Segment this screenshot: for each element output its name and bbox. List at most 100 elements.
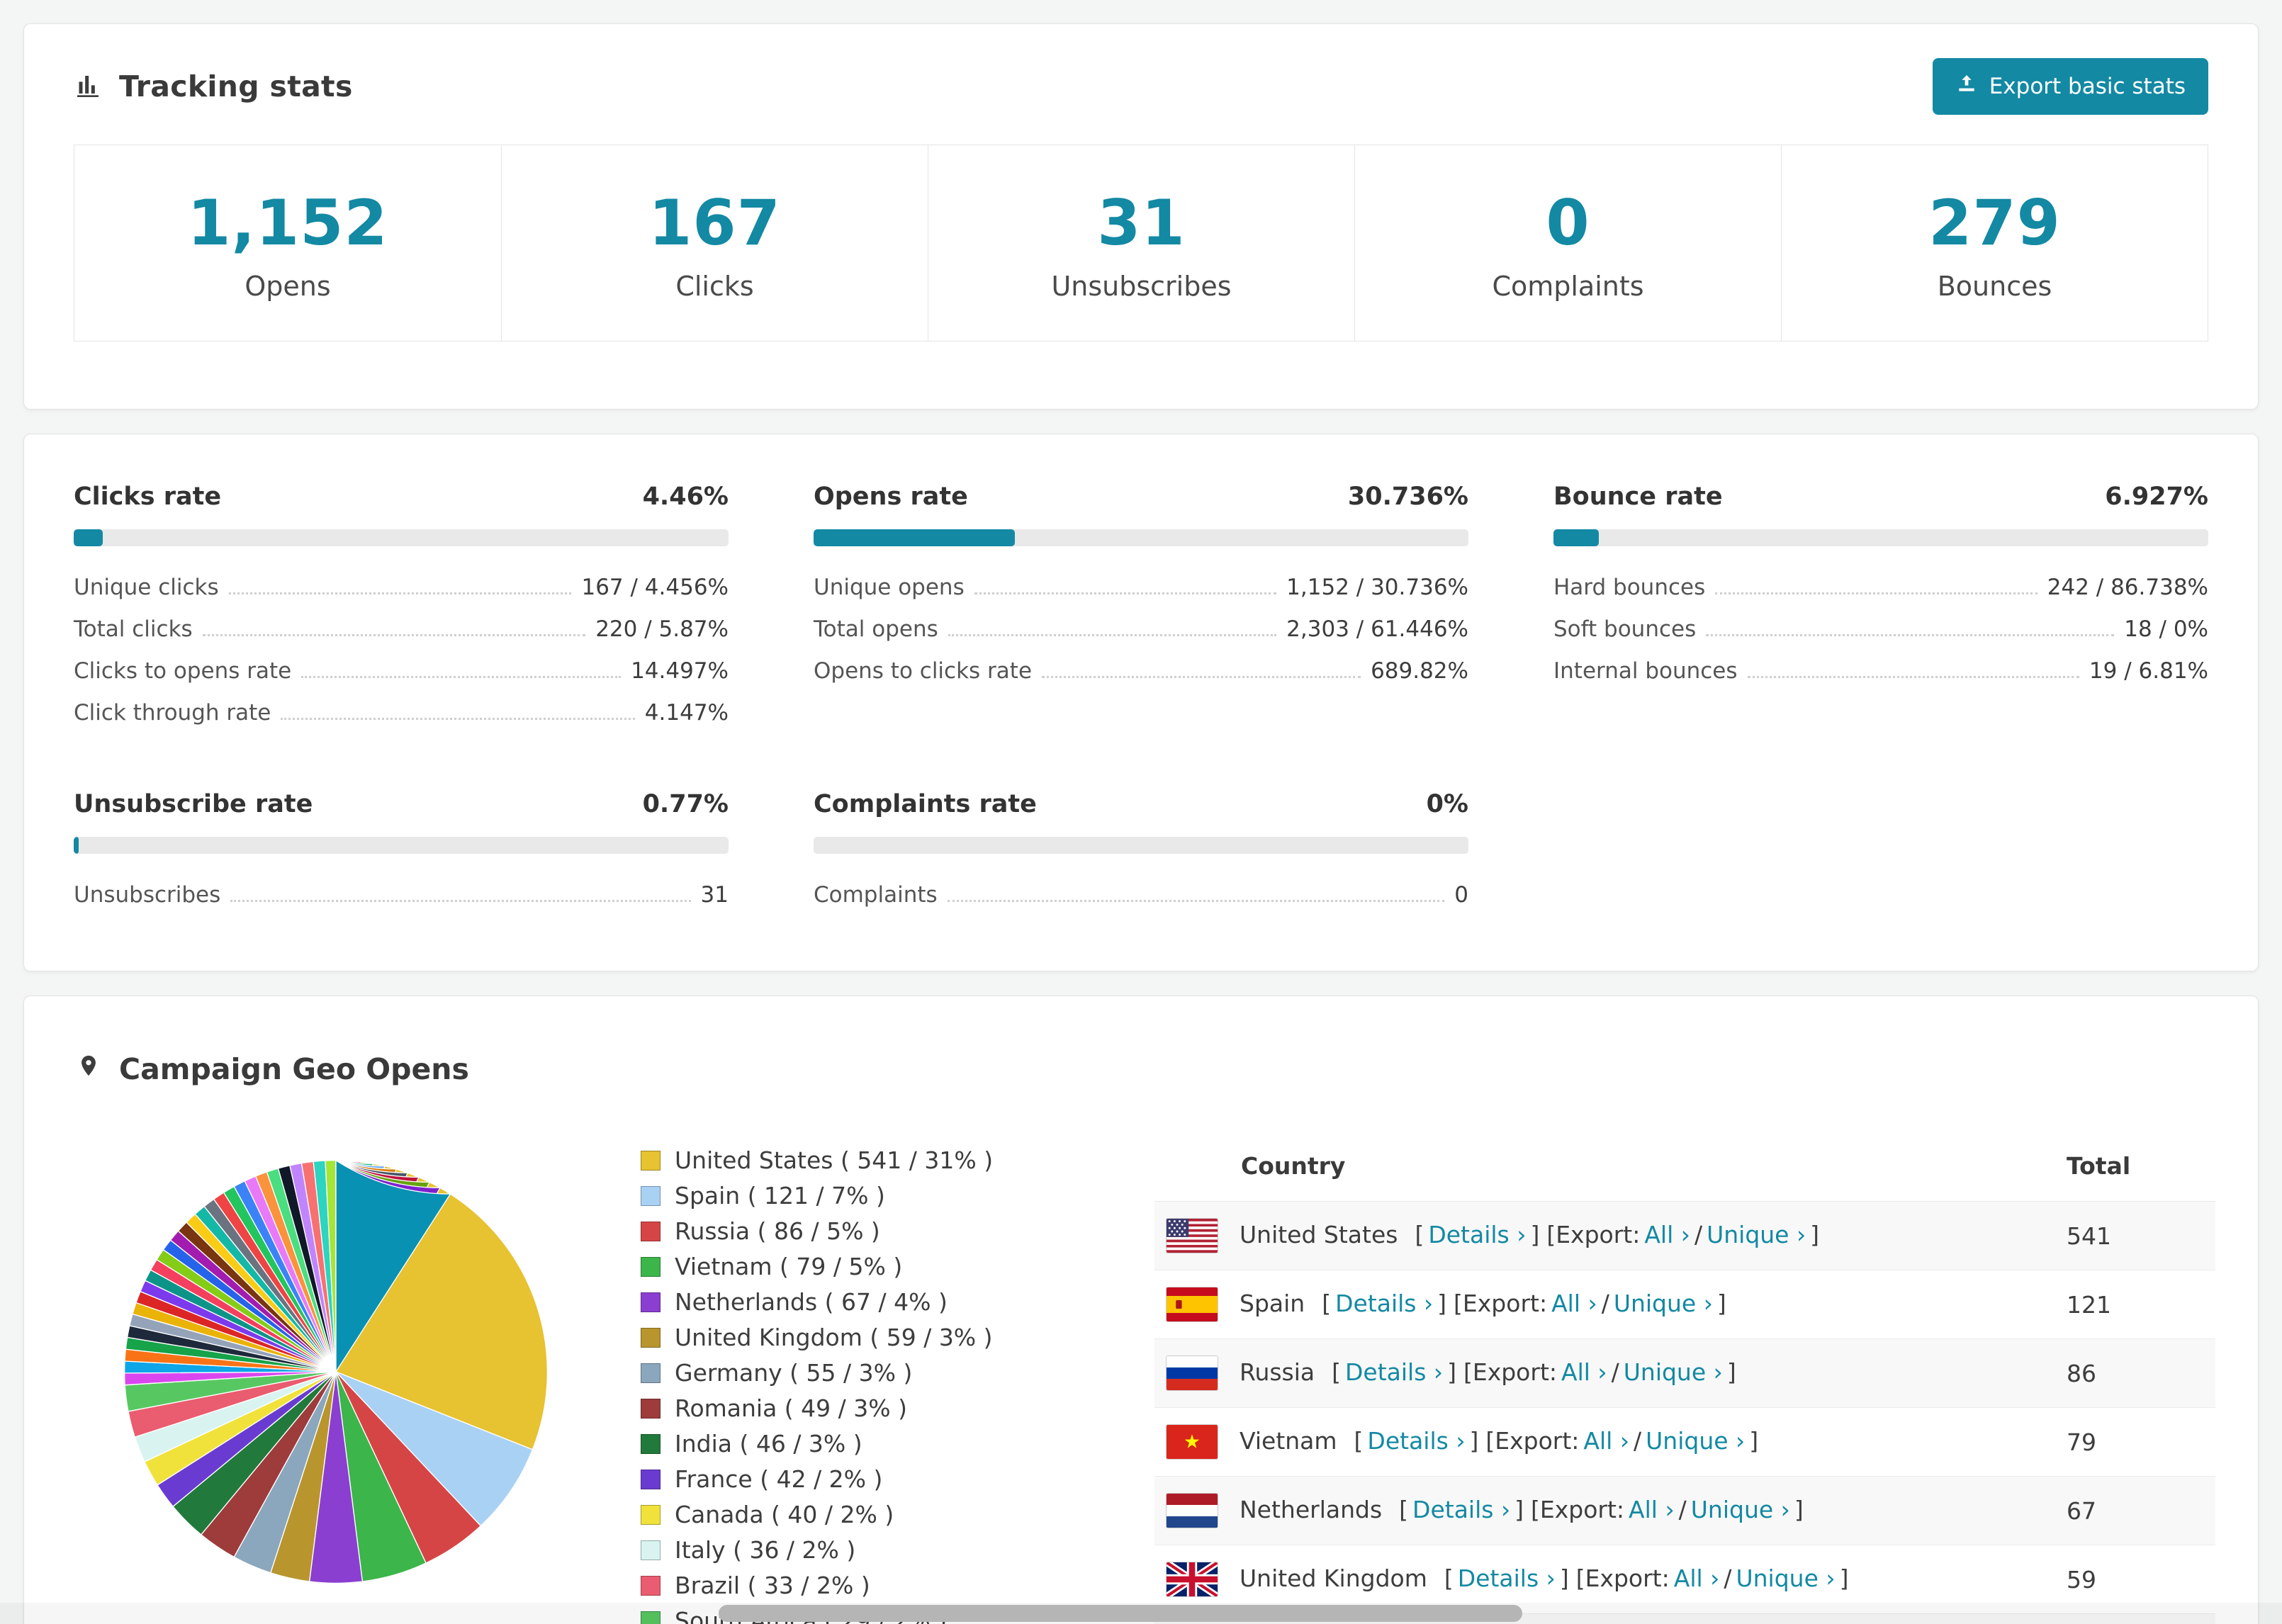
- legend-label: United Kingdom ( 59 / 3% ): [675, 1324, 993, 1351]
- details-link[interactable]: Details ›: [1335, 1290, 1433, 1317]
- export-label: Export:: [1585, 1564, 1670, 1592]
- rate-row-value: 1,152 / 30.736%: [1286, 575, 1468, 600]
- legend-label: Vietnam ( 79 / 5% ): [675, 1253, 903, 1280]
- country-flag-icon: [1167, 1356, 1218, 1390]
- rate-panel: Clicks rate 4.46% Unique clicks 167 / 4.…: [74, 483, 729, 732]
- export-label: Export:: [1472, 1358, 1558, 1386]
- legend-item: Vietnam ( 79 / 5% ): [641, 1253, 1130, 1280]
- stat-label: Clicks: [675, 271, 754, 302]
- export-all-link[interactable]: All ›: [1629, 1496, 1675, 1523]
- export-unique-link[interactable]: Unique ›: [1646, 1427, 1745, 1455]
- rate-progress-fill: [74, 837, 79, 854]
- geo-opens-header: Campaign Geo Opens: [67, 1037, 2215, 1131]
- legend-label: Russia ( 86 / 5% ): [675, 1217, 880, 1245]
- export-all-link[interactable]: All ›: [1644, 1221, 1690, 1248]
- rate-row-value: 2,303 / 61.446%: [1286, 616, 1468, 642]
- legend-swatch: [641, 1504, 661, 1525]
- horizontal-scrollbar[interactable]: [0, 1603, 2282, 1624]
- details-link[interactable]: Details ›: [1458, 1564, 1556, 1592]
- export-all-link[interactable]: All ›: [1674, 1564, 1720, 1592]
- bracket: [: [1546, 1220, 1556, 1248]
- table-row: Spain[Details ›] [Export: All › / Unique ›] …: [1154, 1270, 2215, 1339]
- export-basic-stats-button[interactable]: Export basic stats: [1932, 58, 2208, 115]
- rate-row: Unique clicks 167 / 4.456%: [74, 565, 729, 607]
- export-label: Export:: [1462, 1289, 1548, 1317]
- column-header-country: Country: [1154, 1131, 2052, 1202]
- legend-item: India ( 46 / 3% ): [641, 1430, 1130, 1457]
- map-pin-icon: [77, 1050, 101, 1088]
- rate-row-label: Total opens: [814, 616, 938, 642]
- export-all-link[interactable]: All ›: [1561, 1358, 1607, 1386]
- stat-value: 0: [1546, 186, 1590, 259]
- dotted-leader: [1042, 676, 1361, 678]
- country-total: 121: [2067, 1290, 2111, 1319]
- horizontal-scrollbar-thumb[interactable]: [719, 1605, 1522, 1622]
- bracket: ]: [1749, 1426, 1759, 1455]
- rate-row-label: Click through rate: [74, 700, 271, 726]
- dotted-leader: [1747, 676, 2079, 678]
- rate-rows: Complaints 0: [814, 872, 1468, 914]
- geo-content: United States ( 541 / 31% ) Spain ( 121 …: [67, 1131, 2215, 1624]
- slash-separator: /: [1601, 1289, 1609, 1317]
- rate-row-label: Unique opens: [814, 575, 965, 600]
- bracket: ]: [1559, 1564, 1569, 1592]
- details-link[interactable]: Details ›: [1345, 1358, 1443, 1386]
- rate-row-value: 31: [700, 882, 729, 908]
- rate-row: Complaints 0: [814, 872, 1468, 914]
- bracket: [: [1354, 1426, 1364, 1455]
- legend-label: Germany ( 55 / 3% ): [675, 1359, 913, 1387]
- dotted-leader: [228, 592, 572, 594]
- country-cell: Vietnam[Details ›] [Export: All › / Unique ›…: [1154, 1408, 2052, 1477]
- details-link[interactable]: Details ›: [1428, 1221, 1526, 1248]
- tracking-stats-header: Tracking stats Export basic stats: [24, 24, 2258, 145]
- country-cell: Russia[Details ›] [Export: All › / Unique ›]: [1154, 1339, 2052, 1408]
- country-total: 86: [2067, 1359, 2096, 1387]
- rate-row: Click through rate 4.147%: [74, 690, 729, 732]
- rate-row-value: 167 / 4.456%: [581, 575, 729, 600]
- legend-label: India ( 46 / 3% ): [675, 1430, 862, 1457]
- bracket: [: [1322, 1289, 1332, 1317]
- export-all-link[interactable]: All ›: [1551, 1290, 1597, 1317]
- country-cell: Spain[Details ›] [Export: All › / Unique ›]: [1154, 1270, 2052, 1339]
- geo-table-wrap: Country Total United States[Details ›] [E…: [1154, 1131, 2215, 1624]
- export-unique-link[interactable]: Unique ›: [1736, 1564, 1835, 1592]
- rates-row-1: Clicks rate 4.46% Unique clicks 167 / 4.…: [74, 483, 2208, 732]
- rate-row-label: Internal bounces: [1553, 658, 1738, 684]
- country-total: 67: [2067, 1496, 2096, 1525]
- legend-label: Spain ( 121 / 7% ): [675, 1182, 885, 1209]
- legend-label: Italy ( 36 / 2% ): [675, 1536, 856, 1564]
- bracket: [: [1531, 1495, 1540, 1523]
- export-label: Export:: [1539, 1495, 1625, 1523]
- stat-box: 0 Complaints: [1354, 145, 1781, 341]
- legend-swatch: [641, 1575, 661, 1596]
- export-unique-link[interactable]: Unique ›: [1614, 1290, 1713, 1317]
- table-row: United States[Details ›] [Export: All › / Un…: [1154, 1201, 2215, 1270]
- rate-panel-header: Clicks rate 4.46%: [74, 483, 729, 511]
- slash-separator: /: [1694, 1220, 1703, 1248]
- legend-swatch: [641, 1540, 661, 1560]
- rate-value: 0%: [1426, 790, 1468, 818]
- rate-row-label: Clicks to opens rate: [74, 658, 292, 684]
- legend-item: United States ( 541 / 31% ): [641, 1146, 1130, 1174]
- rate-row-value: 18 / 0%: [2124, 616, 2208, 642]
- geo-opens-title: Campaign Geo Opens: [119, 1052, 469, 1086]
- legend-label: Netherlands ( 67 / 4% ): [675, 1288, 948, 1316]
- export-unique-link[interactable]: Unique ›: [1624, 1358, 1723, 1386]
- legend-swatch: [641, 1221, 661, 1241]
- details-link[interactable]: Details ›: [1412, 1496, 1510, 1523]
- rate-progress-fill: [1553, 529, 1599, 546]
- legend-item: Romania ( 49 / 3% ): [641, 1394, 1130, 1422]
- export-unique-link[interactable]: Unique ›: [1707, 1221, 1806, 1248]
- bracket: ]: [1716, 1289, 1726, 1317]
- rate-row: Total opens 2,303 / 61.446%: [814, 607, 1468, 648]
- rate-row-label: Unsubscribes: [74, 882, 221, 908]
- rate-row-value: 689.82%: [1371, 658, 1468, 684]
- dotted-leader: [947, 900, 1445, 902]
- slash-separator: /: [1678, 1495, 1687, 1523]
- rate-rows: Unique clicks 167 / 4.456% Total clicks …: [74, 565, 729, 732]
- details-link[interactable]: Details ›: [1367, 1427, 1465, 1455]
- country-total: 541: [2067, 1222, 2111, 1250]
- export-unique-link[interactable]: Unique ›: [1691, 1496, 1790, 1523]
- export-all-link[interactable]: All ›: [1583, 1427, 1629, 1455]
- rate-row-value: 19 / 6.81%: [2089, 658, 2208, 684]
